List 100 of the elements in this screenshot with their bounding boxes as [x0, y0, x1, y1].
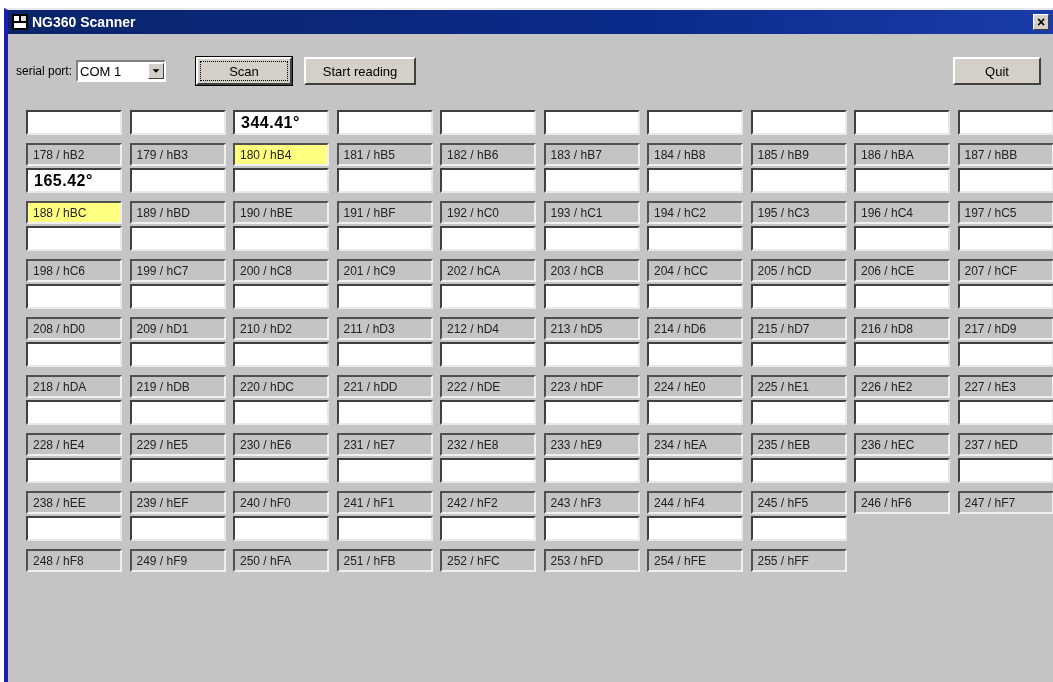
value-field[interactable] [957, 400, 1053, 425]
value-field[interactable] [647, 284, 743, 309]
value-field[interactable] [233, 400, 329, 425]
address-label: 219 / hDB [129, 375, 226, 398]
value-field[interactable] [750, 110, 847, 135]
value-field[interactable] [854, 458, 950, 483]
value-field[interactable] [750, 516, 847, 541]
value-field[interactable] [233, 458, 329, 483]
value-field[interactable] [336, 458, 433, 483]
value-field[interactable] [26, 458, 122, 483]
value-field[interactable]: 344.41° [233, 110, 329, 135]
value-field[interactable] [129, 168, 226, 193]
serial-port-label: serial port: [16, 64, 73, 78]
value-field[interactable] [543, 516, 640, 541]
value-field[interactable] [26, 400, 122, 425]
value-field[interactable]: 165.42° [26, 168, 122, 193]
value-field[interactable] [957, 168, 1053, 193]
value-field[interactable] [750, 168, 847, 193]
value-field[interactable] [750, 226, 847, 251]
value-field[interactable] [647, 342, 743, 367]
value-field[interactable] [129, 226, 226, 251]
value-field[interactable] [854, 400, 950, 425]
address-label: 220 / hDC [233, 375, 329, 398]
value-field[interactable] [26, 110, 122, 135]
value-field[interactable] [336, 168, 433, 193]
address-label: 200 / hC8 [233, 259, 329, 282]
address-label: 205 / hCD [750, 259, 847, 282]
value-field[interactable] [26, 516, 122, 541]
close-button[interactable]: × [1033, 14, 1049, 30]
value-field[interactable] [440, 226, 536, 251]
value-field[interactable] [440, 458, 536, 483]
value-field[interactable] [957, 342, 1053, 367]
quit-button[interactable]: Quit [953, 57, 1041, 85]
start-reading-button[interactable]: Start reading [304, 57, 417, 85]
value-field[interactable] [440, 168, 536, 193]
value-field[interactable] [233, 226, 329, 251]
value-field[interactable] [129, 458, 226, 483]
address-label: 248 / hF8 [26, 549, 122, 572]
value-field[interactable] [957, 284, 1053, 309]
value-field[interactable] [647, 226, 743, 251]
value-field[interactable] [854, 226, 950, 251]
value-field[interactable] [647, 516, 743, 541]
serial-port-dropdown[interactable]: COM 1 [76, 60, 167, 82]
address-label: 187 / hBB [957, 143, 1053, 166]
address-label: 231 / hE7 [336, 433, 433, 456]
value-field[interactable] [647, 400, 743, 425]
value-field[interactable] [750, 284, 847, 309]
address-label: 197 / hC5 [957, 201, 1053, 224]
value-field[interactable] [233, 516, 329, 541]
value-field[interactable] [854, 284, 950, 309]
value-field[interactable] [957, 226, 1053, 251]
value-field[interactable] [233, 168, 329, 193]
address-label: 230 / hE6 [233, 433, 329, 456]
value-field[interactable] [233, 284, 329, 309]
value-field[interactable] [543, 168, 640, 193]
address-label: 184 / hB8 [647, 143, 743, 166]
value-field[interactable] [440, 342, 536, 367]
scan-button[interactable]: Scan [196, 57, 293, 85]
value-field[interactable] [336, 516, 433, 541]
value-field[interactable] [854, 168, 950, 193]
value-field[interactable] [129, 400, 226, 425]
value-field[interactable] [336, 226, 433, 251]
value-field[interactable] [336, 342, 433, 367]
value-field[interactable] [543, 226, 640, 251]
value-field[interactable] [543, 342, 640, 367]
value-field[interactable] [336, 400, 433, 425]
value-field[interactable] [750, 458, 847, 483]
value-field[interactable] [440, 516, 536, 541]
value-field[interactable] [233, 342, 329, 367]
value-field[interactable] [129, 516, 226, 541]
value-field[interactable] [336, 284, 433, 309]
value-field[interactable] [957, 110, 1053, 135]
value-field[interactable] [957, 458, 1053, 483]
value-field[interactable] [440, 284, 536, 309]
value-field[interactable] [543, 458, 640, 483]
address-label: 201 / hC9 [336, 259, 433, 282]
value-field[interactable] [129, 284, 226, 309]
value-field[interactable] [440, 110, 536, 135]
address-label: 213 / hD5 [543, 317, 640, 340]
value-field[interactable] [647, 458, 743, 483]
value-field[interactable] [543, 110, 640, 135]
value-field[interactable] [26, 226, 122, 251]
value-field[interactable] [26, 342, 122, 367]
value-field[interactable] [543, 284, 640, 309]
address-label: 222 / hDE [440, 375, 536, 398]
address-label: 206 / hCE [854, 259, 950, 282]
value-field[interactable] [750, 400, 847, 425]
value-field[interactable] [129, 110, 226, 135]
address-label: 233 / hE9 [543, 433, 640, 456]
value-field[interactable] [750, 342, 847, 367]
value-field[interactable] [854, 110, 950, 135]
value-field[interactable] [336, 110, 433, 135]
value-field[interactable] [129, 342, 226, 367]
value-field[interactable] [440, 400, 536, 425]
value-field[interactable] [647, 168, 743, 193]
value-field[interactable] [543, 400, 640, 425]
value-field[interactable] [854, 342, 950, 367]
address-label: 198 / hC6 [26, 259, 122, 282]
value-field[interactable] [647, 110, 743, 135]
value-field[interactable] [26, 284, 122, 309]
